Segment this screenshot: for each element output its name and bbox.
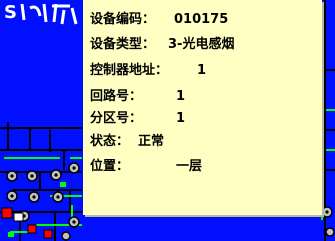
loop-number-label: 回路号：	[90, 89, 143, 104]
detector-icon[interactable]	[61, 231, 71, 241]
detector-icon[interactable]	[6, 190, 18, 202]
device-code-value: 010175	[174, 12, 229, 27]
alarm-button-icon[interactable]	[27, 224, 37, 234]
location-value: 一层	[176, 159, 203, 174]
status-value: 正常	[138, 134, 165, 149]
detector-icon[interactable]	[28, 191, 40, 203]
detector-icon[interactable]	[52, 191, 64, 203]
device-code-label: 设备编码：	[90, 12, 156, 27]
loop-number-value: 1	[176, 89, 186, 104]
alarm-button-icon[interactable]	[43, 229, 53, 239]
module-icon[interactable]	[60, 182, 66, 187]
controller-address-label: 控制器地址：	[90, 63, 169, 78]
detector-icon[interactable]	[26, 170, 38, 182]
module-icon[interactable]	[8, 232, 14, 237]
status-label: 状态：	[90, 134, 130, 149]
detector-icon[interactable]	[321, 206, 333, 218]
alarm-button-icon[interactable]	[13, 212, 24, 222]
location-label: 位置：	[90, 159, 130, 174]
detector-icon[interactable]	[6, 170, 18, 182]
detector-icon[interactable]	[50, 169, 62, 181]
zone-number-label: 分区号：	[90, 111, 143, 126]
device-type-label: 设备类型：	[90, 37, 156, 52]
device-info-popup: 设备编码： 010175 设备类型： 3-光电感烟 控制器地址： 1 回路号： …	[83, 0, 322, 215]
alarm-button-icon[interactable]	[1, 207, 13, 219]
title-fragment: S	[4, 2, 17, 23]
detector-icon[interactable]	[68, 216, 80, 228]
device-type-value: 3-光电感烟	[168, 37, 235, 52]
detector-icon[interactable]	[325, 227, 335, 237]
controller-address-value: 1	[197, 63, 207, 78]
zone-number-value: 1	[176, 111, 186, 126]
detector-icon[interactable]	[68, 162, 80, 174]
